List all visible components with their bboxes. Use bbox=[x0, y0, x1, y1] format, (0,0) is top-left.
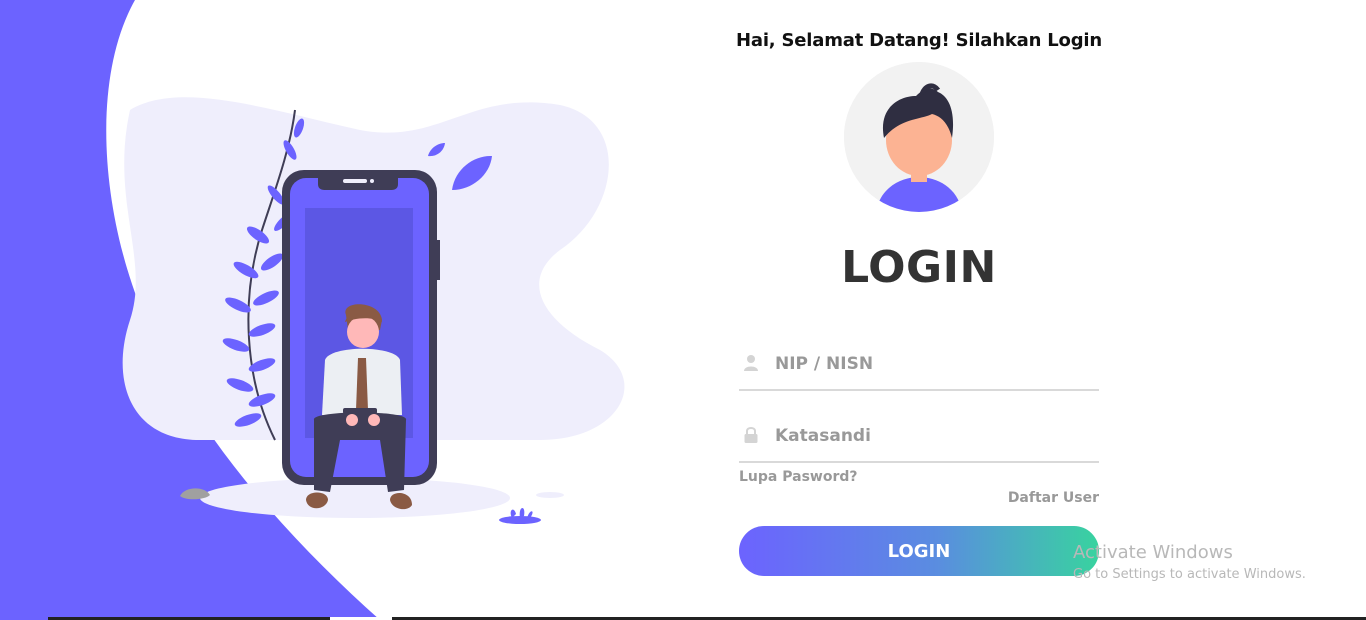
nip-input[interactable] bbox=[773, 347, 1097, 381]
avatar bbox=[844, 62, 994, 212]
forgot-password-link[interactable]: Lupa Pasword? bbox=[739, 469, 858, 485]
greeting-text: Hai, Selamat Datang! Silahkan Login bbox=[736, 30, 1102, 51]
login-illustration bbox=[122, 97, 625, 524]
nip-field bbox=[739, 341, 1099, 391]
login-title: LOGIN bbox=[841, 242, 997, 293]
register-link[interactable]: Daftar User bbox=[1008, 490, 1099, 506]
password-field bbox=[739, 413, 1099, 463]
login-button[interactable]: LOGIN bbox=[739, 526, 1099, 576]
login-panel: Hai, Selamat Datang! Silahkan Login LOGI… bbox=[736, 0, 1102, 620]
small-plant bbox=[499, 507, 541, 524]
password-input[interactable] bbox=[773, 419, 1097, 453]
user-icon bbox=[744, 355, 758, 371]
lock-icon bbox=[744, 427, 758, 443]
